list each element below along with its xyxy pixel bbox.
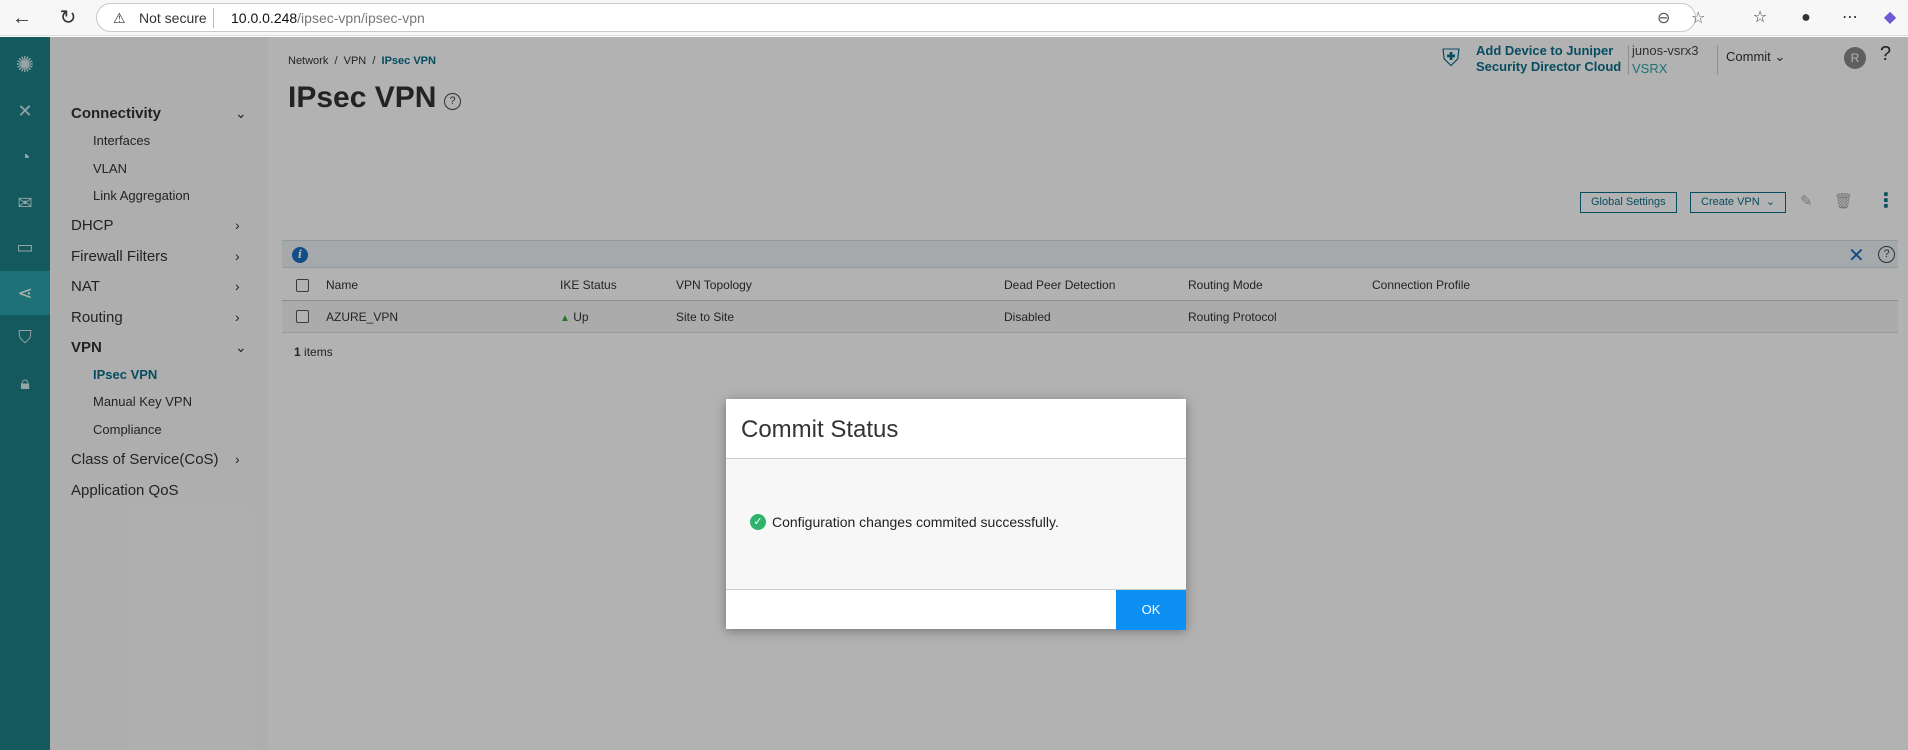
dialog-footer: OK bbox=[726, 589, 1186, 630]
more-options-icon[interactable]: ⋯ bbox=[1838, 6, 1862, 30]
modal-overlay bbox=[0, 37, 1908, 750]
commit-status-dialog: Commit Status ✓ Configuration changes co… bbox=[726, 399, 1186, 630]
browser-toolbar: ← ↻ ⚠ Not secure 10.0.0.248/ipsec-vpn/ip… bbox=[0, 0, 1908, 36]
address-divider bbox=[213, 8, 214, 28]
profile-icon[interactable]: ● bbox=[1794, 6, 1818, 30]
favorite-star-icon[interactable]: ☆ bbox=[1691, 8, 1705, 28]
url-text: 10.0.0.248/ipsec-vpn/ipsec-vpn bbox=[231, 10, 425, 26]
security-label: Not secure bbox=[139, 10, 207, 26]
ok-button[interactable]: OK bbox=[1116, 590, 1186, 630]
back-icon[interactable]: ← bbox=[10, 6, 34, 30]
address-bar[interactable]: ⚠ Not secure 10.0.0.248/ipsec-vpn/ipsec-… bbox=[96, 3, 1705, 32]
dialog-header: Commit Status bbox=[726, 399, 1186, 459]
check-circle-icon: ✓ bbox=[750, 514, 766, 530]
dialog-title: Commit Status bbox=[741, 416, 899, 443]
dialog-message: Configuration changes commited successfu… bbox=[772, 514, 1059, 530]
reader-icon[interactable]: ⊖ bbox=[1657, 8, 1670, 28]
warning-icon: ⚠ bbox=[113, 10, 126, 26]
copilot-icon[interactable]: ◆ bbox=[1878, 6, 1902, 30]
favorites-icon[interactable]: ☆ bbox=[1748, 6, 1772, 30]
reload-icon[interactable]: ↻ bbox=[56, 6, 80, 30]
dialog-body: ✓ Configuration changes commited success… bbox=[726, 459, 1186, 589]
